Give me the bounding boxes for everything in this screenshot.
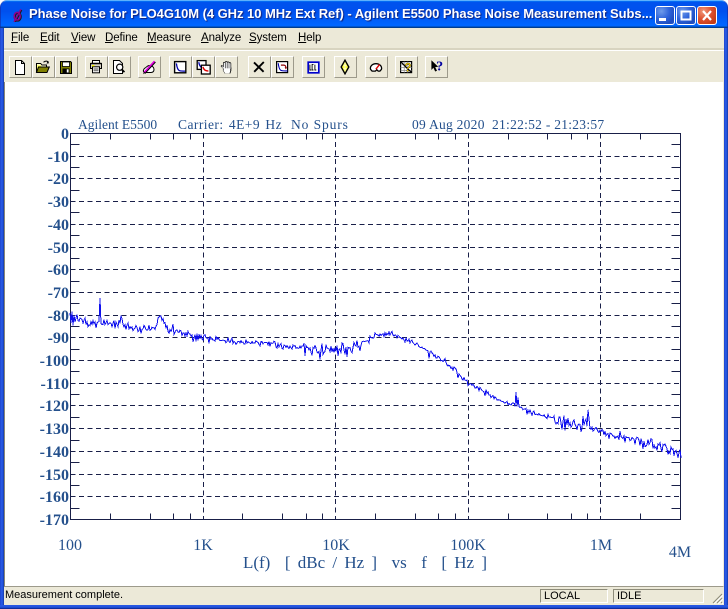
svg-text:-140: -140: [40, 444, 69, 461]
svg-text:09 Aug 2020 21:22:52 - 21:23:: 09 Aug 2020 21:22:52 - 21:23:57: [412, 117, 604, 132]
svg-text:Agilent E5500: Agilent E5500: [78, 117, 157, 132]
svg-text:-70: -70: [48, 285, 69, 302]
svg-text:-30: -30: [48, 194, 69, 211]
svg-text:-50: -50: [48, 240, 69, 257]
svg-text:10K: 10K: [322, 537, 350, 554]
svg-text:1K: 1K: [193, 537, 213, 554]
svg-text:0: 0: [61, 126, 69, 143]
svg-text:-20: -20: [48, 171, 69, 188]
svg-text:?: ?: [404, 63, 411, 75]
svg-text:4M: 4M: [669, 544, 691, 561]
svg-text:?: ?: [436, 60, 443, 75]
svg-text:-130: -130: [40, 421, 69, 438]
svg-text:-100: -100: [40, 353, 69, 370]
svg-text:-150: -150: [40, 467, 69, 484]
svg-text:L(f) [ dBc / Hz ] vs f [ H: L(f) [ dBc / Hz ] vs f [ Hz ]: [243, 553, 487, 572]
svg-text:-160: -160: [40, 489, 69, 506]
svg-text:1M: 1M: [590, 537, 612, 554]
svg-text:-110: -110: [41, 376, 69, 393]
svg-text:-40: -40: [48, 217, 69, 234]
svg-text:-170: -170: [40, 512, 69, 529]
svg-text:No Spurs: No Spurs: [291, 117, 349, 132]
svg-text:Carrier: 4E+9 Hz: Carrier: 4E+9 Hz: [178, 117, 282, 132]
svg-text:-10: -10: [48, 149, 69, 166]
svg-text:-60: -60: [48, 262, 69, 279]
svg-text:100: 100: [58, 537, 82, 554]
svg-text:-90: -90: [48, 330, 69, 347]
svg-text:-120: -120: [40, 398, 69, 415]
svg-text:100K: 100K: [450, 537, 486, 554]
svg-text:-80: -80: [48, 308, 69, 325]
